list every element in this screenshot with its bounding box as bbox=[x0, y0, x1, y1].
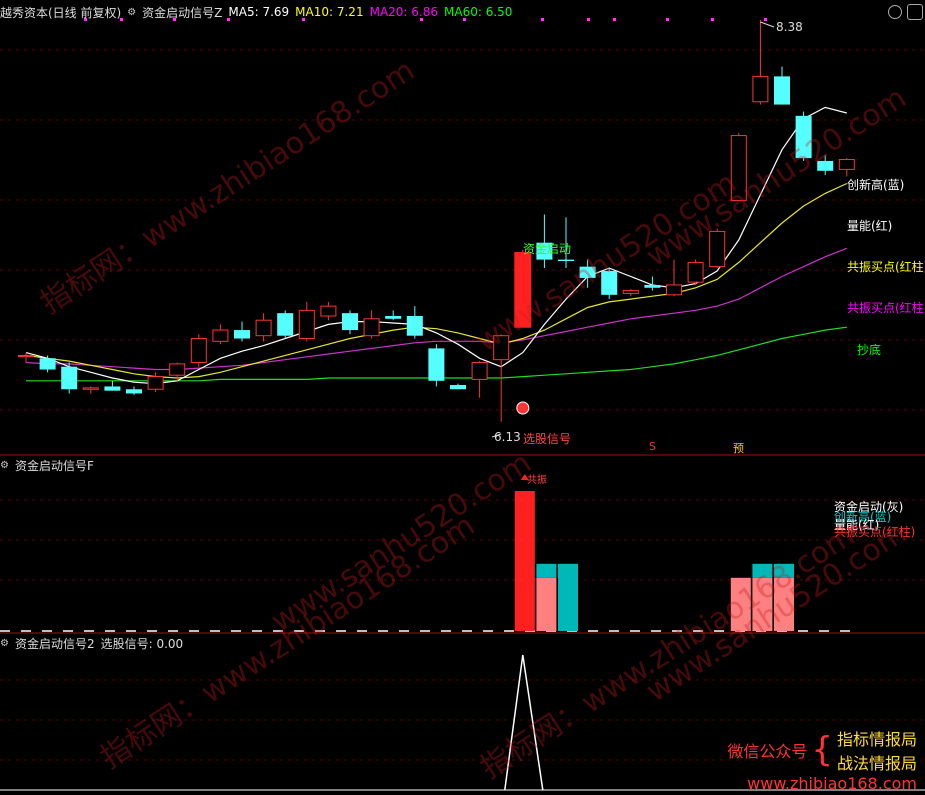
main-panel-header: 越秀资本(日线 前复权) ⚙ 资金启动信号Z MA5: 7.69 MA10: 7… bbox=[0, 4, 512, 20]
wechat-label: 微信公众号 bbox=[727, 742, 808, 761]
signal-ball-icon bbox=[516, 401, 530, 415]
signal-dot bbox=[711, 18, 714, 21]
capital-start-signal-label: 资金启动 bbox=[523, 242, 572, 256]
candle-body bbox=[363, 318, 380, 337]
high-price-label: 8.38 bbox=[776, 20, 803, 34]
candle-body bbox=[774, 76, 790, 105]
candle-body bbox=[277, 313, 294, 336]
brace-icon: { bbox=[811, 730, 833, 770]
legend-volume: 量能(红) bbox=[847, 219, 893, 233]
signal-dot bbox=[666, 18, 669, 21]
candle-body bbox=[730, 135, 747, 201]
marker-yu: 预 bbox=[733, 442, 744, 455]
sub1-bar bbox=[558, 563, 578, 631]
candle-body bbox=[558, 259, 574, 262]
candle-body bbox=[493, 335, 510, 361]
indicator-settings-icon[interactable]: ⚙ bbox=[127, 7, 136, 18]
sub1-bar bbox=[730, 577, 751, 631]
candle-body bbox=[795, 115, 812, 159]
signal-dot bbox=[764, 18, 767, 21]
candle-body bbox=[385, 315, 402, 319]
candle-body bbox=[406, 315, 423, 336]
ma20-label: MA20: 6.86 bbox=[369, 5, 439, 19]
chart-canvas bbox=[0, 18, 925, 791]
candle-body bbox=[104, 386, 121, 391]
candle-body bbox=[18, 354, 34, 357]
signal-dot bbox=[613, 18, 616, 21]
sub1-legend-resonance: 共振买点(红柱) bbox=[834, 525, 916, 539]
footer-line2: 战法情报局 bbox=[836, 754, 917, 773]
candle-body bbox=[212, 329, 229, 342]
indicator-name[interactable]: 资金启动信号Z bbox=[142, 4, 222, 21]
sub1-bar bbox=[752, 577, 773, 631]
candle-body bbox=[428, 348, 445, 381]
candle-body bbox=[752, 75, 769, 103]
ma60-label: MA60: 6.50 bbox=[444, 5, 513, 19]
sub2-settings-icon[interactable]: ⚙ bbox=[0, 638, 9, 649]
signal-spike bbox=[504, 654, 544, 791]
candle-body bbox=[471, 361, 488, 380]
candle-body bbox=[622, 290, 639, 294]
sub-panel-1-header: ⚙ 资金启动信号F bbox=[0, 457, 94, 473]
candle-body bbox=[147, 376, 164, 390]
settings-icon[interactable] bbox=[907, 4, 923, 20]
candle-body bbox=[838, 159, 855, 170]
footer-line1: 指标情报局 bbox=[836, 730, 917, 749]
candle-body bbox=[666, 284, 682, 296]
resonance-signal-label: 共振 bbox=[527, 475, 547, 486]
branding-footer: 微信公众号 { 指标情报局 战法情报局 www.zhibiao168.com bbox=[727, 726, 917, 793]
sub1-bar-top bbox=[752, 563, 773, 578]
marker-s: S bbox=[649, 440, 656, 453]
candle-body bbox=[255, 319, 272, 337]
candle-body bbox=[234, 330, 250, 339]
stock-title: 越秀资本(日线 前复权) bbox=[0, 5, 122, 20]
sub2-title[interactable]: 资金启动信号2 bbox=[15, 635, 95, 652]
legend-resonance-magenta: 共振买点(红柱) bbox=[847, 301, 925, 315]
sub1-settings-icon[interactable]: ⚙ bbox=[0, 460, 9, 471]
sub1-title[interactable]: 资金启动信号F bbox=[15, 457, 94, 474]
sub-panel-2-header: ⚙ 资金启动信号2 选股信号: 0.00 bbox=[0, 635, 183, 651]
candle-body bbox=[817, 160, 834, 171]
signal-dot bbox=[541, 18, 544, 21]
candle-body bbox=[190, 338, 207, 363]
sub1-bar bbox=[514, 491, 535, 631]
candle-body bbox=[644, 284, 661, 288]
high-pointer bbox=[760, 21, 775, 28]
candle-body bbox=[687, 261, 704, 283]
ma10-label: MA10: 7.21 bbox=[295, 5, 364, 19]
footer-url: www.zhibiao168.com bbox=[747, 774, 917, 793]
up-arrow-icon bbox=[521, 293, 525, 302]
candle-body bbox=[709, 230, 726, 268]
candle-body bbox=[579, 266, 596, 278]
candle-body bbox=[82, 387, 99, 390]
candle-body bbox=[342, 313, 358, 331]
sub1-bar-top bbox=[774, 563, 794, 578]
candle-body bbox=[169, 363, 186, 376]
chart-window: 越秀资本(日线 前复权) ⚙ 资金启动信号Z MA5: 7.69 MA10: 7… bbox=[0, 0, 925, 795]
candle-body bbox=[39, 358, 56, 370]
ma5-label: MA5: 7.69 bbox=[228, 5, 290, 19]
candle-body bbox=[126, 389, 142, 394]
sub1-bar bbox=[774, 577, 794, 631]
low-price-label: 6.13 bbox=[494, 430, 521, 444]
candle-body bbox=[298, 309, 315, 340]
candle-body bbox=[601, 270, 618, 295]
legend-bottom-fishing: 抄底 bbox=[857, 343, 882, 357]
zoom-icon[interactable] bbox=[888, 5, 902, 19]
signal-dot bbox=[587, 18, 590, 21]
sub1-bar-top bbox=[536, 563, 557, 578]
candle-body bbox=[450, 385, 466, 390]
legend-resonance-yellow: 共振买点(红柱) bbox=[847, 260, 925, 274]
candle-body bbox=[61, 366, 78, 390]
sub1-bar bbox=[536, 577, 557, 631]
candle-body bbox=[320, 305, 337, 317]
sub2-value: 选股信号: 0.00 bbox=[100, 636, 184, 651]
legend-new-high: 创新高(蓝) bbox=[847, 178, 905, 192]
stock-pick-signal-label: 选股信号 bbox=[523, 432, 572, 446]
